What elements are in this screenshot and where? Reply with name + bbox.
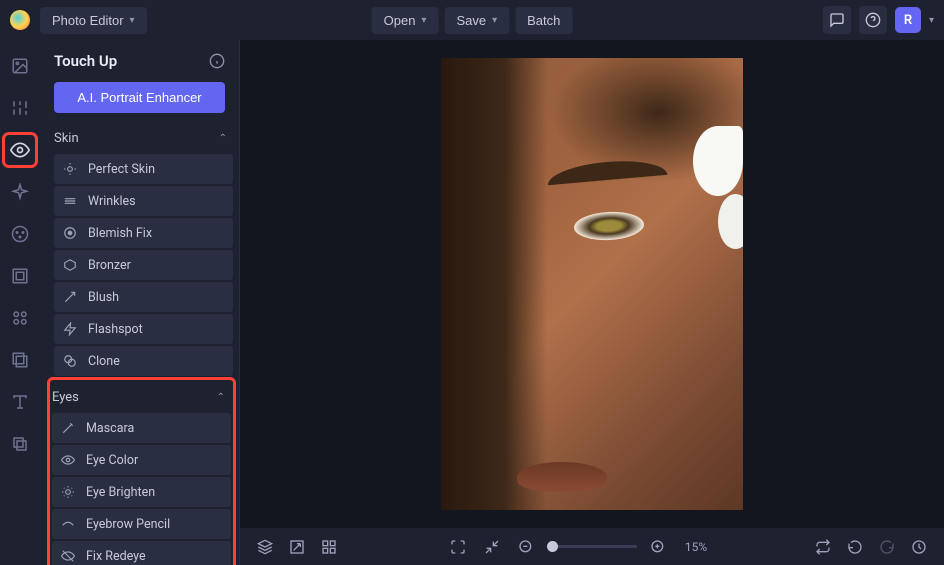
tool-mascara[interactable]: Mascara <box>52 413 231 443</box>
comment-icon[interactable] <box>823 6 851 34</box>
blemish-icon <box>62 225 78 241</box>
tool-rail <box>0 40 40 565</box>
perfect-skin-icon <box>62 161 78 177</box>
tool-eye-brighten[interactable]: Eye Brighten <box>52 477 231 507</box>
portrait-image <box>441 58 743 510</box>
chevron-down-icon: ▾ <box>492 15 497 26</box>
save-button[interactable]: Save ▾ <box>444 7 509 34</box>
chevron-up-icon: ⌃ <box>217 392 225 403</box>
blush-icon <box>62 289 78 305</box>
fullscreen-icon[interactable] <box>445 534 471 560</box>
tool-wrinkles[interactable]: Wrinkles <box>54 186 233 216</box>
open-label: Open <box>384 13 416 28</box>
rail-text-icon[interactable] <box>6 388 34 416</box>
zoom-slider[interactable] <box>547 545 637 548</box>
rail-frame-icon[interactable] <box>6 262 34 290</box>
tool-flashspot[interactable]: Flashspot <box>54 314 233 344</box>
section-eyes-header[interactable]: Eyes ⌃ <box>52 382 231 413</box>
eye-brighten-icon <box>60 484 76 500</box>
compare-icon[interactable] <box>284 534 310 560</box>
chevron-down-icon: ▾ <box>130 15 135 26</box>
avatar[interactable]: R <box>895 7 921 33</box>
info-icon[interactable] <box>209 53 225 69</box>
tool-bronzer[interactable]: Bronzer <box>54 250 233 280</box>
section-eyes-label: Eyes <box>52 390 79 405</box>
redeye-icon <box>60 548 76 564</box>
chevron-down-icon: ▾ <box>421 15 426 26</box>
account-chevron-down-icon[interactable]: ▾ <box>929 15 934 26</box>
rail-elements-icon[interactable] <box>6 304 34 332</box>
open-button[interactable]: Open ▾ <box>372 7 439 34</box>
save-label: Save <box>456 13 486 28</box>
mascara-icon <box>60 420 76 436</box>
bronzer-icon <box>62 257 78 273</box>
zoom-thumb[interactable] <box>547 541 558 552</box>
rail-sliders-icon[interactable] <box>6 94 34 122</box>
tool-blemish-fix[interactable]: Blemish Fix <box>54 218 233 248</box>
undo-icon[interactable] <box>842 534 868 560</box>
app-selector-button[interactable]: Photo Editor ▾ <box>40 7 147 34</box>
tool-eye-color[interactable]: Eye Color <box>52 445 231 475</box>
section-skin-label: Skin <box>54 131 79 146</box>
wrinkles-icon <box>62 193 78 209</box>
clone-icon <box>62 353 78 369</box>
ai-enhancer-button[interactable]: A.I. Portrait Enhancer <box>54 82 225 113</box>
zoom-percent: 15% <box>685 540 707 554</box>
rail-sparkle-icon[interactable] <box>6 178 34 206</box>
revert-icon[interactable] <box>810 534 836 560</box>
tool-blush[interactable]: Blush <box>54 282 233 312</box>
zoom-in-icon[interactable] <box>645 534 671 560</box>
rail-palette-icon[interactable] <box>6 220 34 248</box>
rail-overlay-icon[interactable] <box>6 346 34 374</box>
tool-clone[interactable]: Clone <box>54 346 233 376</box>
batch-button[interactable]: Batch <box>515 7 572 34</box>
grid-icon[interactable] <box>316 534 342 560</box>
rail-image-icon[interactable] <box>6 52 34 80</box>
layers-icon[interactable] <box>252 534 278 560</box>
sidebar-title: Touch Up <box>54 52 117 70</box>
chevron-up-icon: ⌃ <box>219 133 227 144</box>
help-icon[interactable] <box>859 6 887 34</box>
app-logo[interactable] <box>10 10 30 30</box>
rail-touchup-eye-icon[interactable] <box>6 136 34 164</box>
zoom-out-icon[interactable] <box>513 534 539 560</box>
tool-fix-redeye[interactable]: Fix Redeye <box>52 541 231 565</box>
tool-perfect-skin[interactable]: Perfect Skin <box>54 154 233 184</box>
rail-layers-icon[interactable] <box>6 430 34 458</box>
history-icon[interactable] <box>906 534 932 560</box>
app-selector-label: Photo Editor <box>52 13 124 28</box>
redo-icon[interactable] <box>874 534 900 560</box>
fit-icon[interactable] <box>479 534 505 560</box>
section-skin-header[interactable]: Skin ⌃ <box>54 123 233 154</box>
tool-eyebrow-pencil[interactable]: Eyebrow Pencil <box>52 509 231 539</box>
flashspot-icon <box>62 321 78 337</box>
canvas-view[interactable] <box>240 40 944 528</box>
eye-color-icon <box>60 452 76 468</box>
eyebrow-pencil-icon <box>60 516 76 532</box>
